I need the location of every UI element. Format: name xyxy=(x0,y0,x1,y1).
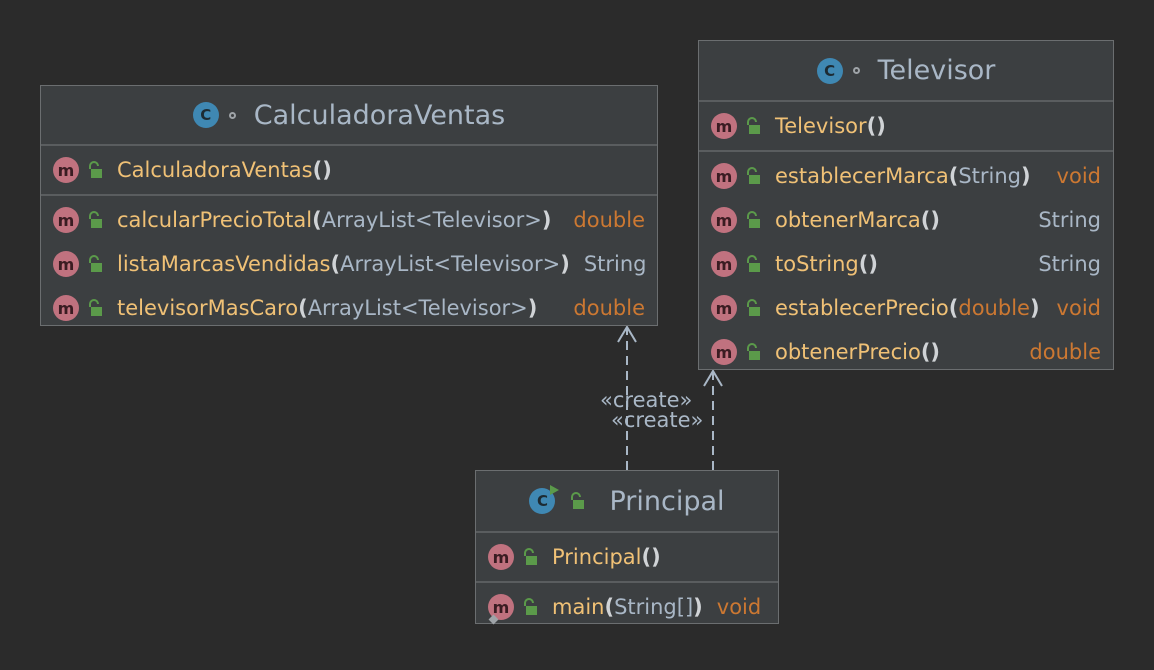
param-type: ArrayList<Televisor> xyxy=(321,208,542,232)
class-icon: C xyxy=(816,57,843,84)
methods-section: m main(String[]) void xyxy=(476,583,778,631)
method-name: obtenerMarca xyxy=(775,208,921,232)
param-type: ArrayList<Televisor> xyxy=(340,252,561,276)
method-icon: m xyxy=(711,251,737,277)
public-lock-icon xyxy=(747,299,760,316)
class-icon: C xyxy=(192,102,219,128)
method-row[interactable]: m toString() String xyxy=(699,242,1113,286)
run-triangle-icon xyxy=(550,485,560,495)
method-name: main xyxy=(552,595,605,619)
method-name: toString xyxy=(775,252,859,276)
public-lock-icon xyxy=(747,167,760,184)
method-row[interactable]: m establecerMarca(String) void xyxy=(699,154,1113,198)
constructor-row[interactable]: m CalculadoraVentas() xyxy=(41,148,657,192)
return-type: void xyxy=(1056,164,1101,188)
method-icon: m xyxy=(53,251,79,277)
methods-section: m calcularPrecioTotal(ArrayList<Televiso… xyxy=(41,196,657,332)
method-icon: m xyxy=(488,544,514,570)
methods-section: m establecerMarca(String) void m obtener… xyxy=(699,152,1113,376)
method-icon: m xyxy=(711,113,737,139)
method-row[interactable]: m establecerPrecio(double) void xyxy=(699,286,1113,330)
method-row[interactable]: m listaMarcasVendidas(ArrayList<Televiso… xyxy=(41,242,657,286)
return-type: void xyxy=(1056,296,1101,320)
public-lock-icon xyxy=(89,211,102,228)
param-type: double xyxy=(958,296,1030,320)
class-header: C Televisor xyxy=(699,41,1113,102)
visibility-dot-icon xyxy=(228,111,236,119)
class-name: CalculadoraVentas xyxy=(253,99,506,131)
method-name: establecerPrecio xyxy=(775,296,949,320)
public-lock-icon xyxy=(571,492,585,509)
method-name: establecerMarca xyxy=(775,164,949,188)
method-icon: m xyxy=(711,295,737,321)
method-name: televisorMasCaro xyxy=(117,296,299,320)
visibility-dot-icon xyxy=(852,67,860,74)
public-lock-icon xyxy=(747,255,760,272)
constructors-section: m Principal() xyxy=(476,533,778,583)
return-type: String xyxy=(1038,252,1101,276)
method-icon: m xyxy=(53,157,79,183)
public-lock-icon xyxy=(89,255,102,272)
return-type: double xyxy=(573,208,645,232)
param-type: String[] xyxy=(614,595,694,619)
public-lock-icon xyxy=(747,211,760,228)
method-row[interactable]: m obtenerPrecio() double xyxy=(699,330,1113,374)
constructors-section: m Televisor() xyxy=(699,102,1113,152)
class-name: Principal xyxy=(609,485,725,517)
runnable-class-icon: C xyxy=(529,485,560,514)
method-name: listaMarcasVendidas xyxy=(117,252,331,276)
class-header: C Principal xyxy=(476,471,778,533)
constructor-row[interactable]: m Principal() xyxy=(476,535,778,579)
method-icon: m xyxy=(53,295,79,321)
constructor-name: CalculadoraVentas xyxy=(117,158,313,182)
method-icon: m xyxy=(711,207,737,233)
create-label-2: «create» xyxy=(611,408,704,432)
public-lock-icon xyxy=(524,598,537,615)
method-icon: m xyxy=(711,163,737,189)
method-row[interactable]: m televisorMasCaro(ArrayList<Televisor>)… xyxy=(41,286,657,330)
return-type: void xyxy=(716,595,762,619)
constructor-name: Televisor xyxy=(775,114,867,138)
return-type: double xyxy=(1029,340,1101,364)
method-row[interactable]: m calcularPrecioTotal(ArrayList<Televiso… xyxy=(41,198,657,242)
return-type: String xyxy=(583,252,647,276)
constructor-row[interactable]: m Televisor() xyxy=(699,104,1113,148)
param-type: ArrayList<Televisor> xyxy=(307,296,528,320)
public-lock-icon xyxy=(89,299,102,316)
public-lock-icon xyxy=(747,117,760,134)
method-icon: m xyxy=(711,339,737,365)
public-lock-icon xyxy=(747,343,760,360)
class-name: Televisor xyxy=(877,55,996,86)
class-header: C CalculadoraVentas xyxy=(41,86,657,146)
method-name: calcularPrecioTotal xyxy=(117,208,313,232)
class-box-principal[interactable]: C Principal m Principal() m main(String[… xyxy=(475,470,779,625)
method-icon: m xyxy=(53,207,79,233)
return-type: String xyxy=(1038,208,1101,232)
constructors-section: m CalculadoraVentas() xyxy=(41,146,657,196)
public-lock-icon xyxy=(524,548,537,565)
method-name: obtenerPrecio xyxy=(775,340,921,364)
method-row[interactable]: m main(String[]) void xyxy=(476,585,778,629)
constructor-name: Principal xyxy=(552,545,642,569)
class-box-calculadoraventas[interactable]: C CalculadoraVentas m CalculadoraVentas(… xyxy=(40,85,658,326)
method-row[interactable]: m obtenerMarca() String xyxy=(699,198,1113,242)
public-lock-icon xyxy=(89,161,102,178)
class-box-televisor[interactable]: C Televisor m Televisor() m establecerMa… xyxy=(698,40,1114,370)
return-type: double xyxy=(573,296,645,320)
param-type: String xyxy=(958,164,1022,188)
